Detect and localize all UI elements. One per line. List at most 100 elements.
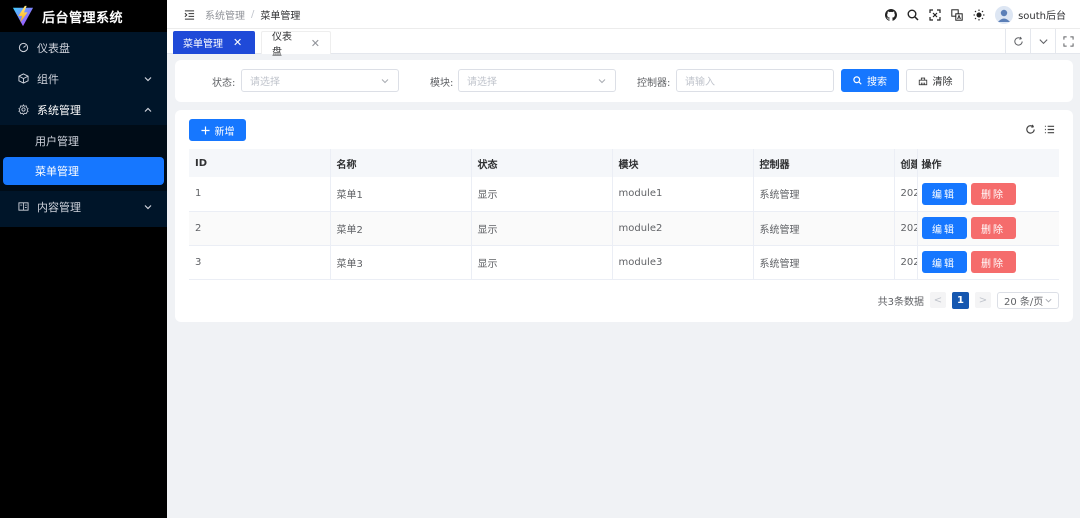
column-header: 状态: [471, 149, 613, 177]
sidebar-item-menu-management[interactable]: 菜单管理: [3, 157, 164, 185]
sidebar-subitem-label: 菜单管理: [35, 165, 79, 178]
cell-status: 显示: [471, 245, 613, 280]
status-placeholder: 请选择: [250, 77, 280, 88]
sidebar-item-label: 仪表盘: [37, 41, 70, 55]
breadcrumb-item[interactable]: 系统管理: [205, 7, 245, 22]
sidebar: 后台管理系统 仪表盘 组件 系统管理 用户管理 菜单管理 内容管理: [0, 0, 167, 518]
module-placeholder: 请选择: [467, 77, 497, 88]
menu-table: ID 名称 状态 模块 控制器 创建时间 操作 1 菜单1 显示 module1…: [189, 149, 1059, 280]
controller-placeholder: 请输入: [685, 77, 715, 88]
chevron-down-icon[interactable]: [1030, 29, 1055, 54]
delete-button[interactable]: 删除: [970, 182, 1016, 205]
cell-controller: 系统管理: [753, 177, 895, 212]
tab-dashboard[interactable]: 仪表盘 ✕: [261, 31, 331, 58]
table-tools: [1025, 124, 1055, 135]
broom-icon: [918, 77, 927, 85]
breadcrumb-separator: /: [251, 8, 255, 20]
app-title: 后台管理系统: [42, 10, 124, 26]
tab-menu-management[interactable]: 菜单管理 ✕: [173, 31, 255, 54]
next-page-button[interactable]: >: [975, 292, 991, 308]
column-header: 控制器: [753, 149, 895, 177]
fullscreen-icon[interactable]: [1055, 29, 1080, 54]
cell-created: 2022: [894, 177, 918, 212]
gear-icon: [18, 104, 29, 115]
fullscreen-icon[interactable]: [929, 8, 941, 21]
sun-icon[interactable]: [973, 9, 985, 21]
vite-logo-icon: [12, 5, 34, 27]
breadcrumb: 系统管理 / 菜单管理: [205, 7, 300, 22]
edit-button[interactable]: 编辑: [921, 182, 967, 205]
edit-button[interactable]: 编辑: [921, 217, 967, 239]
clear-button[interactable]: 清除: [906, 69, 964, 92]
cell-name: 菜单3: [330, 245, 472, 280]
column-settings-icon[interactable]: [1044, 124, 1055, 135]
system-submenu: 用户管理 菜单管理: [0, 125, 167, 191]
cell-module: module3: [612, 245, 754, 280]
sidebar-item-components[interactable]: 组件: [0, 63, 167, 94]
github-icon[interactable]: [885, 8, 898, 21]
column-header: 操作: [917, 149, 1059, 177]
sidebar-item-dashboard[interactable]: 仪表盘: [0, 32, 167, 63]
cell-status: 显示: [471, 177, 613, 212]
sidebar-item-label: 内容管理: [37, 200, 81, 214]
pagination-total: 共3条数据: [877, 296, 924, 308]
tab-label: 菜单管理: [183, 39, 223, 50]
plus-icon: [200, 125, 210, 135]
edit-button[interactable]: 编辑: [921, 251, 967, 273]
cell-created: 2022: [894, 245, 918, 280]
module-label: 模块:: [430, 78, 454, 89]
refresh-icon[interactable]: [1025, 124, 1036, 135]
logo-row[interactable]: 后台管理系统: [0, 0, 167, 32]
module-select[interactable]: 请选择: [458, 69, 616, 92]
add-button[interactable]: 新增: [189, 119, 246, 141]
page-size-select[interactable]: 20 条/页: [997, 291, 1059, 309]
search-button[interactable]: 搜索: [841, 69, 899, 92]
cell-created: 2022: [894, 211, 918, 246]
search-icon: [853, 76, 862, 85]
page-size-value: 20 条/页: [1004, 296, 1044, 308]
user-name[interactable]: south后台: [1018, 7, 1066, 22]
top-header: 系统管理 / 菜单管理 south后台: [167, 0, 1080, 29]
breadcrumb-item-current: 菜单管理: [260, 10, 301, 22]
cell-actions: 编辑 删除: [917, 211, 1059, 246]
delete-button[interactable]: 删除: [970, 217, 1016, 239]
table-card: 新增 ID 名称 状态 模块 控制器 创建时间 操作 1: [175, 110, 1073, 322]
delete-button[interactable]: 删除: [970, 251, 1016, 273]
column-header: ID: [189, 149, 331, 177]
column-header: 创建时间: [894, 149, 918, 177]
add-button-label: 新增: [214, 126, 235, 138]
chevron-down-icon: [597, 76, 607, 86]
column-header: 模块: [612, 149, 754, 177]
controller-input[interactable]: 请输入: [676, 69, 834, 92]
search-icon[interactable]: [907, 9, 919, 21]
cell-id: 2: [189, 211, 331, 246]
translate-icon[interactable]: [951, 8, 963, 21]
close-icon[interactable]: ✕: [233, 37, 242, 48]
prev-page-button[interactable]: <: [930, 292, 946, 308]
sidebar-item-user-management[interactable]: 用户管理: [0, 127, 167, 155]
cell-module: module1: [612, 177, 754, 212]
cell-actions: 编辑 删除: [917, 177, 1059, 212]
avatar[interactable]: [995, 5, 1014, 24]
sidebar-item-content[interactable]: 内容管理: [0, 191, 167, 222]
cell-name: 菜单2: [330, 211, 472, 246]
close-icon[interactable]: ✕: [311, 38, 320, 49]
table-row: 2 菜单2 显示 module2 系统管理 2022 编辑 删除: [189, 211, 1059, 246]
tab-tools: [1005, 29, 1080, 54]
chevron-down-icon: [380, 76, 390, 86]
menu-fold-icon[interactable]: [184, 9, 195, 20]
cube-icon: [18, 73, 29, 84]
sidebar-subitem-label: 用户管理: [35, 135, 79, 148]
sidebar-item-system[interactable]: 系统管理: [0, 94, 167, 125]
sidebar-menu: 仪表盘 组件 系统管理: [0, 32, 167, 125]
status-select[interactable]: 请选择: [241, 69, 399, 92]
search-form: 状态: 请选择 模块: 请选择 控制器: 请输入 搜索 清除: [175, 60, 1073, 102]
page-number-current[interactable]: 1: [952, 291, 969, 309]
search-button-label: 搜索: [867, 77, 887, 88]
refresh-icon[interactable]: [1005, 29, 1030, 54]
chevron-down-icon: [143, 74, 153, 84]
chevron-down-icon: [143, 202, 153, 212]
clear-button-label: 清除: [932, 77, 953, 88]
tab-label: 仪表盘: [272, 32, 292, 58]
pagination: 共3条数据 < 1 > 20 条/页: [878, 291, 1059, 309]
